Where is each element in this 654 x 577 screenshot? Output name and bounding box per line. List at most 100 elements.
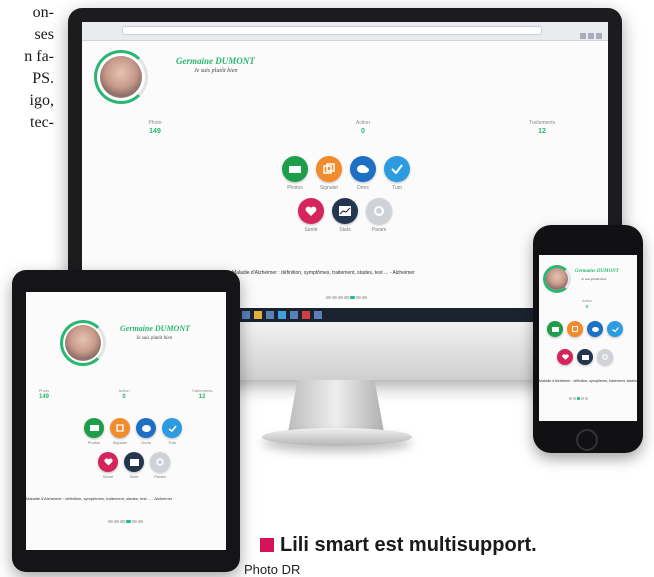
home-button[interactable]	[576, 429, 598, 451]
check-icon	[611, 326, 619, 332]
stat-label: Photo	[148, 120, 162, 126]
button-label: Param	[371, 227, 387, 233]
chat-icon	[141, 424, 151, 432]
stats-button[interactable]	[577, 349, 593, 365]
photos-button[interactable]	[84, 418, 104, 438]
chart-icon	[581, 354, 589, 360]
gear-icon	[374, 206, 384, 216]
button-label: Stats	[129, 474, 139, 479]
article-line: igo,	[29, 92, 54, 109]
signal-icon	[323, 163, 335, 174]
article-text-column: on- ses n fa- PS. igo, tec-	[0, 2, 54, 134]
profile-name: Germaine DUMONT	[176, 56, 255, 66]
browser-toolbar	[82, 22, 608, 41]
stat-label: Action	[582, 299, 592, 303]
phone-device: Germaine DUMONT Je suis plutôt bien Acti…	[533, 225, 643, 453]
stats-button[interactable]	[124, 452, 144, 472]
button-label: Santé	[304, 227, 318, 233]
signal-button[interactable]	[316, 156, 342, 182]
sante-button[interactable]	[98, 452, 118, 472]
profile-status: Je suis plutôt bien	[194, 68, 238, 74]
stat-value: 12	[198, 394, 206, 400]
param-button[interactable]	[597, 349, 613, 365]
gear-icon	[602, 354, 608, 360]
dons-button[interactable]	[350, 156, 376, 182]
heart-icon	[561, 354, 569, 360]
chat-icon	[591, 326, 599, 332]
signal-icon	[116, 424, 124, 432]
profile-status: Je suis plutôt bien	[136, 336, 173, 341]
profile-name: Germaine DUMONT	[575, 269, 619, 274]
photos-button[interactable]	[547, 321, 563, 337]
avatar-photo	[546, 268, 568, 290]
button-label: Stats	[339, 227, 351, 233]
button-label: Photos	[287, 185, 303, 191]
chart-icon	[129, 458, 139, 466]
stat-value: 0	[361, 128, 365, 135]
stat-label: Traitements	[528, 120, 556, 126]
button-label: Photos	[87, 440, 101, 445]
photo-credit: Photo DR	[244, 562, 301, 577]
phone-screen: Germaine DUMONT Je suis plutôt bien Acti…	[539, 255, 637, 421]
figure-caption: Lili smart est multisupport.	[260, 534, 537, 557]
window-controls	[578, 26, 602, 39]
button-label: Dons	[357, 185, 369, 191]
button-label: Tuto	[392, 185, 402, 191]
param-button[interactable]	[150, 452, 170, 472]
article-line: tec-	[30, 114, 54, 131]
tuto-button[interactable]	[607, 321, 623, 337]
button-label: Signaler	[112, 440, 128, 445]
stats-button[interactable]	[332, 198, 358, 224]
profile-name: Germaine DUMONT	[120, 324, 190, 333]
signal-icon	[572, 326, 578, 332]
avatar-photo	[100, 56, 142, 98]
sante-button[interactable]	[298, 198, 324, 224]
monitor-base	[262, 428, 412, 446]
carousel-dots[interactable]	[108, 510, 144, 523]
signal-button[interactable]	[110, 418, 130, 438]
button-label: Signaler	[319, 185, 339, 191]
stat-value: 0	[122, 394, 126, 400]
news-ticker[interactable]: Maladie d'Alzheimer : définition, symptô…	[232, 270, 472, 276]
caption-text: Lili smart est multisupport.	[280, 534, 537, 556]
news-ticker[interactable]: Maladie d'Alzheimer : définition, symptô…	[26, 496, 226, 501]
article-line: ses	[34, 26, 54, 43]
news-ticker[interactable]: Maladie d'Alzheimer : définition, symptô…	[539, 379, 637, 383]
button-label: Santé	[102, 474, 114, 479]
signal-button[interactable]	[567, 321, 583, 337]
heart-icon	[103, 458, 113, 466]
article-line: PS.	[32, 70, 54, 87]
param-button[interactable]	[366, 198, 392, 224]
avatar-photo	[65, 325, 101, 361]
tuto-button[interactable]	[384, 156, 410, 182]
stat-label: Photo	[38, 388, 50, 393]
stat-value: 149	[149, 128, 161, 135]
chat-icon	[357, 165, 369, 173]
photo-icon	[89, 425, 99, 431]
profile-status: Je suis plutôt bien	[581, 277, 607, 281]
check-icon	[168, 425, 177, 432]
sante-button[interactable]	[557, 349, 573, 365]
tablet-screen: Germaine DUMONT Je suis plutôt bien Phot…	[26, 292, 226, 550]
tablet-device: Germaine DUMONT Je suis plutôt bien Phot…	[12, 270, 240, 572]
button-label: Param	[154, 474, 166, 479]
stat-value: 149	[38, 394, 49, 400]
monitor-stand	[288, 380, 384, 432]
tuto-button[interactable]	[162, 418, 182, 438]
dons-button[interactable]	[587, 321, 603, 337]
heart-icon	[305, 206, 317, 216]
stat-label: Action	[356, 120, 370, 126]
carousel-dots[interactable]	[569, 387, 589, 400]
button-label: Tuto	[168, 440, 176, 445]
photo-icon	[551, 326, 559, 332]
gear-icon	[156, 458, 164, 466]
address-bar[interactable]	[122, 26, 542, 35]
photo-icon	[289, 166, 301, 173]
article-line: n fa-	[24, 48, 54, 65]
stat-value: 12	[538, 128, 546, 135]
stat-label: Action	[118, 388, 130, 393]
dons-button[interactable]	[136, 418, 156, 438]
photos-button[interactable]	[282, 156, 308, 182]
carousel-dots[interactable]	[326, 286, 368, 299]
desktop-app: Germaine DUMONT Je suis plutôt bien Phot…	[82, 40, 608, 308]
